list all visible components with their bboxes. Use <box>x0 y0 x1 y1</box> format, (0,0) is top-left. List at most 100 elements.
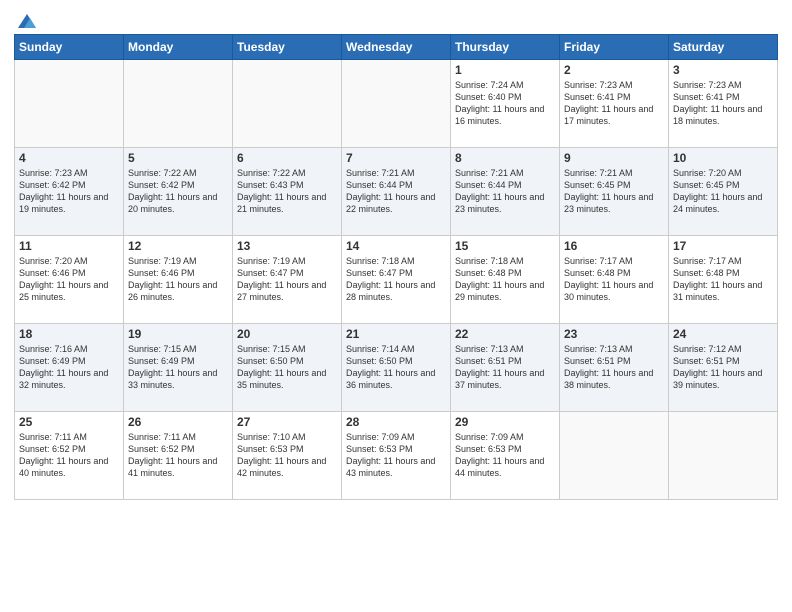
calendar-cell <box>15 60 124 148</box>
calendar-cell: 29Sunrise: 7:09 AMSunset: 6:53 PMDayligh… <box>451 412 560 500</box>
calendar-cell <box>669 412 778 500</box>
calendar-cell: 2Sunrise: 7:23 AMSunset: 6:41 PMDaylight… <box>560 60 669 148</box>
calendar-cell <box>233 60 342 148</box>
calendar-cell: 10 Sunrise: 7:20 AMSunset: 6:45 PMDayligh… <box>669 148 778 236</box>
calendar-cell: 26Sunrise: 7:11 AMSunset: 6:52 PMDayligh… <box>124 412 233 500</box>
day-info: Sunrise: 7:16 AMSunset: 6:49 PMDaylight:… <box>19 343 119 392</box>
day-number: 24 <box>673 327 773 341</box>
day-info: Sunrise: 7:18 AMSunset: 6:47 PMDaylight:… <box>346 255 446 304</box>
day-number: 29 <box>455 415 555 429</box>
calendar-cell: 27 Sunrise: 7:10 AMSunset: 6:53 PMDayligh… <box>233 412 342 500</box>
weekday-header-saturday: Saturday <box>669 35 778 60</box>
day-number: 19 <box>128 327 228 341</box>
calendar-cell: 5 Sunrise: 7:22 AMSunset: 6:42 PMDaylight… <box>124 148 233 236</box>
day-number: 14 <box>346 239 446 253</box>
day-number: 16 <box>564 239 664 253</box>
day-number: 27 <box>237 415 337 429</box>
day-info: Sunrise: 7:17 AMSunset: 6:48 PMDaylight:… <box>564 255 664 304</box>
weekday-header-monday: Monday <box>124 35 233 60</box>
day-info: Sunrise: 7:23 AMSunset: 6:41 PMDaylight:… <box>673 79 773 128</box>
weekday-header-thursday: Thursday <box>451 35 560 60</box>
calendar-cell <box>124 60 233 148</box>
day-number: 28 <box>346 415 446 429</box>
calendar-week-5: 25 Sunrise: 7:11 AMSunset: 6:52 PMDayligh… <box>15 412 778 500</box>
day-info: Sunrise: 7:20 AMSunset: 6:45 PMDaylight:… <box>673 167 773 216</box>
day-number: 9 <box>564 151 664 165</box>
weekday-header-tuesday: Tuesday <box>233 35 342 60</box>
day-info: Sunrise: 7:21 AMSunset: 6:44 PMDaylight:… <box>346 167 446 216</box>
calendar-cell: 3 Sunrise: 7:23 AMSunset: 6:41 PMDaylight… <box>669 60 778 148</box>
calendar-cell: 13 Sunrise: 7:19 AMSunset: 6:47 PMDayligh… <box>233 236 342 324</box>
day-number: 12 <box>128 239 228 253</box>
day-number: 13 <box>237 239 337 253</box>
day-number: 7 <box>346 151 446 165</box>
calendar-cell: 11 Sunrise: 7:20 AMSunset: 6:46 PMDayligh… <box>15 236 124 324</box>
weekday-header-wednesday: Wednesday <box>342 35 451 60</box>
day-number: 4 <box>19 151 119 165</box>
calendar-table: SundayMondayTuesdayWednesdayThursdayFrid… <box>14 34 778 500</box>
day-number: 23 <box>564 327 664 341</box>
calendar-week-1: 1 Sunrise: 7:24 AMSunset: 6:40 PMDaylight… <box>15 60 778 148</box>
logo-icon <box>16 10 38 32</box>
day-number: 1 <box>455 63 555 77</box>
calendar-cell: 21 Sunrise: 7:14 AMSunset: 6:50 PMDayligh… <box>342 324 451 412</box>
day-number: 15 <box>455 239 555 253</box>
calendar-cell <box>560 412 669 500</box>
calendar-cell: 23Sunrise: 7:13 AMSunset: 6:51 PMDayligh… <box>560 324 669 412</box>
header <box>14 10 778 28</box>
calendar-cell: 22 Sunrise: 7:13 AMSunset: 6:51 PMDayligh… <box>451 324 560 412</box>
calendar-cell: 25 Sunrise: 7:11 AMSunset: 6:52 PMDayligh… <box>15 412 124 500</box>
day-number: 6 <box>237 151 337 165</box>
weekday-header-sunday: Sunday <box>15 35 124 60</box>
day-info: Sunrise: 7:22 AMSunset: 6:42 PMDaylight:… <box>128 167 228 216</box>
day-info: Sunrise: 7:12 AMSunset: 6:51 PMDaylight:… <box>673 343 773 392</box>
calendar-week-4: 18 Sunrise: 7:16 AMSunset: 6:49 PMDayligh… <box>15 324 778 412</box>
day-info: Sunrise: 7:10 AMSunset: 6:53 PMDaylight:… <box>237 431 337 480</box>
calendar-cell: 19Sunrise: 7:15 AMSunset: 6:49 PMDayligh… <box>124 324 233 412</box>
calendar-cell: 7 Sunrise: 7:21 AMSunset: 6:44 PMDaylight… <box>342 148 451 236</box>
calendar-cell: 9 Sunrise: 7:21 AMSunset: 6:45 PMDaylight… <box>560 148 669 236</box>
day-info: Sunrise: 7:23 AMSunset: 6:42 PMDaylight:… <box>19 167 119 216</box>
calendar-cell: 12 Sunrise: 7:19 AMSunset: 6:46 PMDayligh… <box>124 236 233 324</box>
calendar-cell: 6 Sunrise: 7:22 AMSunset: 6:43 PMDaylight… <box>233 148 342 236</box>
day-info: Sunrise: 7:13 AMSunset: 6:51 PMDaylight:… <box>455 343 555 392</box>
page: SundayMondayTuesdayWednesdayThursdayFrid… <box>0 0 792 612</box>
day-info: Sunrise: 7:19 AMSunset: 6:46 PMDaylight:… <box>128 255 228 304</box>
day-info: Sunrise: 7:18 AMSunset: 6:48 PMDaylight:… <box>455 255 555 304</box>
calendar-cell: 24 Sunrise: 7:12 AMSunset: 6:51 PMDayligh… <box>669 324 778 412</box>
day-number: 20 <box>237 327 337 341</box>
calendar-cell: 17 Sunrise: 7:17 AMSunset: 6:48 PMDayligh… <box>669 236 778 324</box>
day-number: 17 <box>673 239 773 253</box>
day-number: 22 <box>455 327 555 341</box>
day-number: 18 <box>19 327 119 341</box>
weekday-header-friday: Friday <box>560 35 669 60</box>
day-number: 21 <box>346 327 446 341</box>
day-info: Sunrise: 7:21 AMSunset: 6:45 PMDaylight:… <box>564 167 664 216</box>
day-number: 11 <box>19 239 119 253</box>
day-number: 10 <box>673 151 773 165</box>
day-info: Sunrise: 7:21 AMSunset: 6:44 PMDaylight:… <box>455 167 555 216</box>
day-number: 2 <box>564 63 664 77</box>
logo-area <box>14 10 38 28</box>
calendar-cell: 8Sunrise: 7:21 AMSunset: 6:44 PMDaylight… <box>451 148 560 236</box>
day-info: Sunrise: 7:11 AMSunset: 6:52 PMDaylight:… <box>128 431 228 480</box>
day-info: Sunrise: 7:14 AMSunset: 6:50 PMDaylight:… <box>346 343 446 392</box>
calendar-cell: 28Sunrise: 7:09 AMSunset: 6:53 PMDayligh… <box>342 412 451 500</box>
day-info: Sunrise: 7:15 AMSunset: 6:50 PMDaylight:… <box>237 343 337 392</box>
day-info: Sunrise: 7:22 AMSunset: 6:43 PMDaylight:… <box>237 167 337 216</box>
day-info: Sunrise: 7:17 AMSunset: 6:48 PMDaylight:… <box>673 255 773 304</box>
calendar-cell: 18 Sunrise: 7:16 AMSunset: 6:49 PMDayligh… <box>15 324 124 412</box>
calendar-cell: 4 Sunrise: 7:23 AMSunset: 6:42 PMDaylight… <box>15 148 124 236</box>
day-info: Sunrise: 7:24 AMSunset: 6:40 PMDaylight:… <box>455 79 555 128</box>
weekday-header-row: SundayMondayTuesdayWednesdayThursdayFrid… <box>15 35 778 60</box>
day-info: Sunrise: 7:11 AMSunset: 6:52 PMDaylight:… <box>19 431 119 480</box>
calendar-cell: 20 Sunrise: 7:15 AMSunset: 6:50 PMDayligh… <box>233 324 342 412</box>
day-number: 25 <box>19 415 119 429</box>
day-info: Sunrise: 7:19 AMSunset: 6:47 PMDaylight:… <box>237 255 337 304</box>
day-info: Sunrise: 7:20 AMSunset: 6:46 PMDaylight:… <box>19 255 119 304</box>
day-number: 5 <box>128 151 228 165</box>
calendar-cell: 16 Sunrise: 7:17 AMSunset: 6:48 PMDayligh… <box>560 236 669 324</box>
calendar-week-3: 11 Sunrise: 7:20 AMSunset: 6:46 PMDayligh… <box>15 236 778 324</box>
logo <box>14 10 38 32</box>
day-number: 3 <box>673 63 773 77</box>
